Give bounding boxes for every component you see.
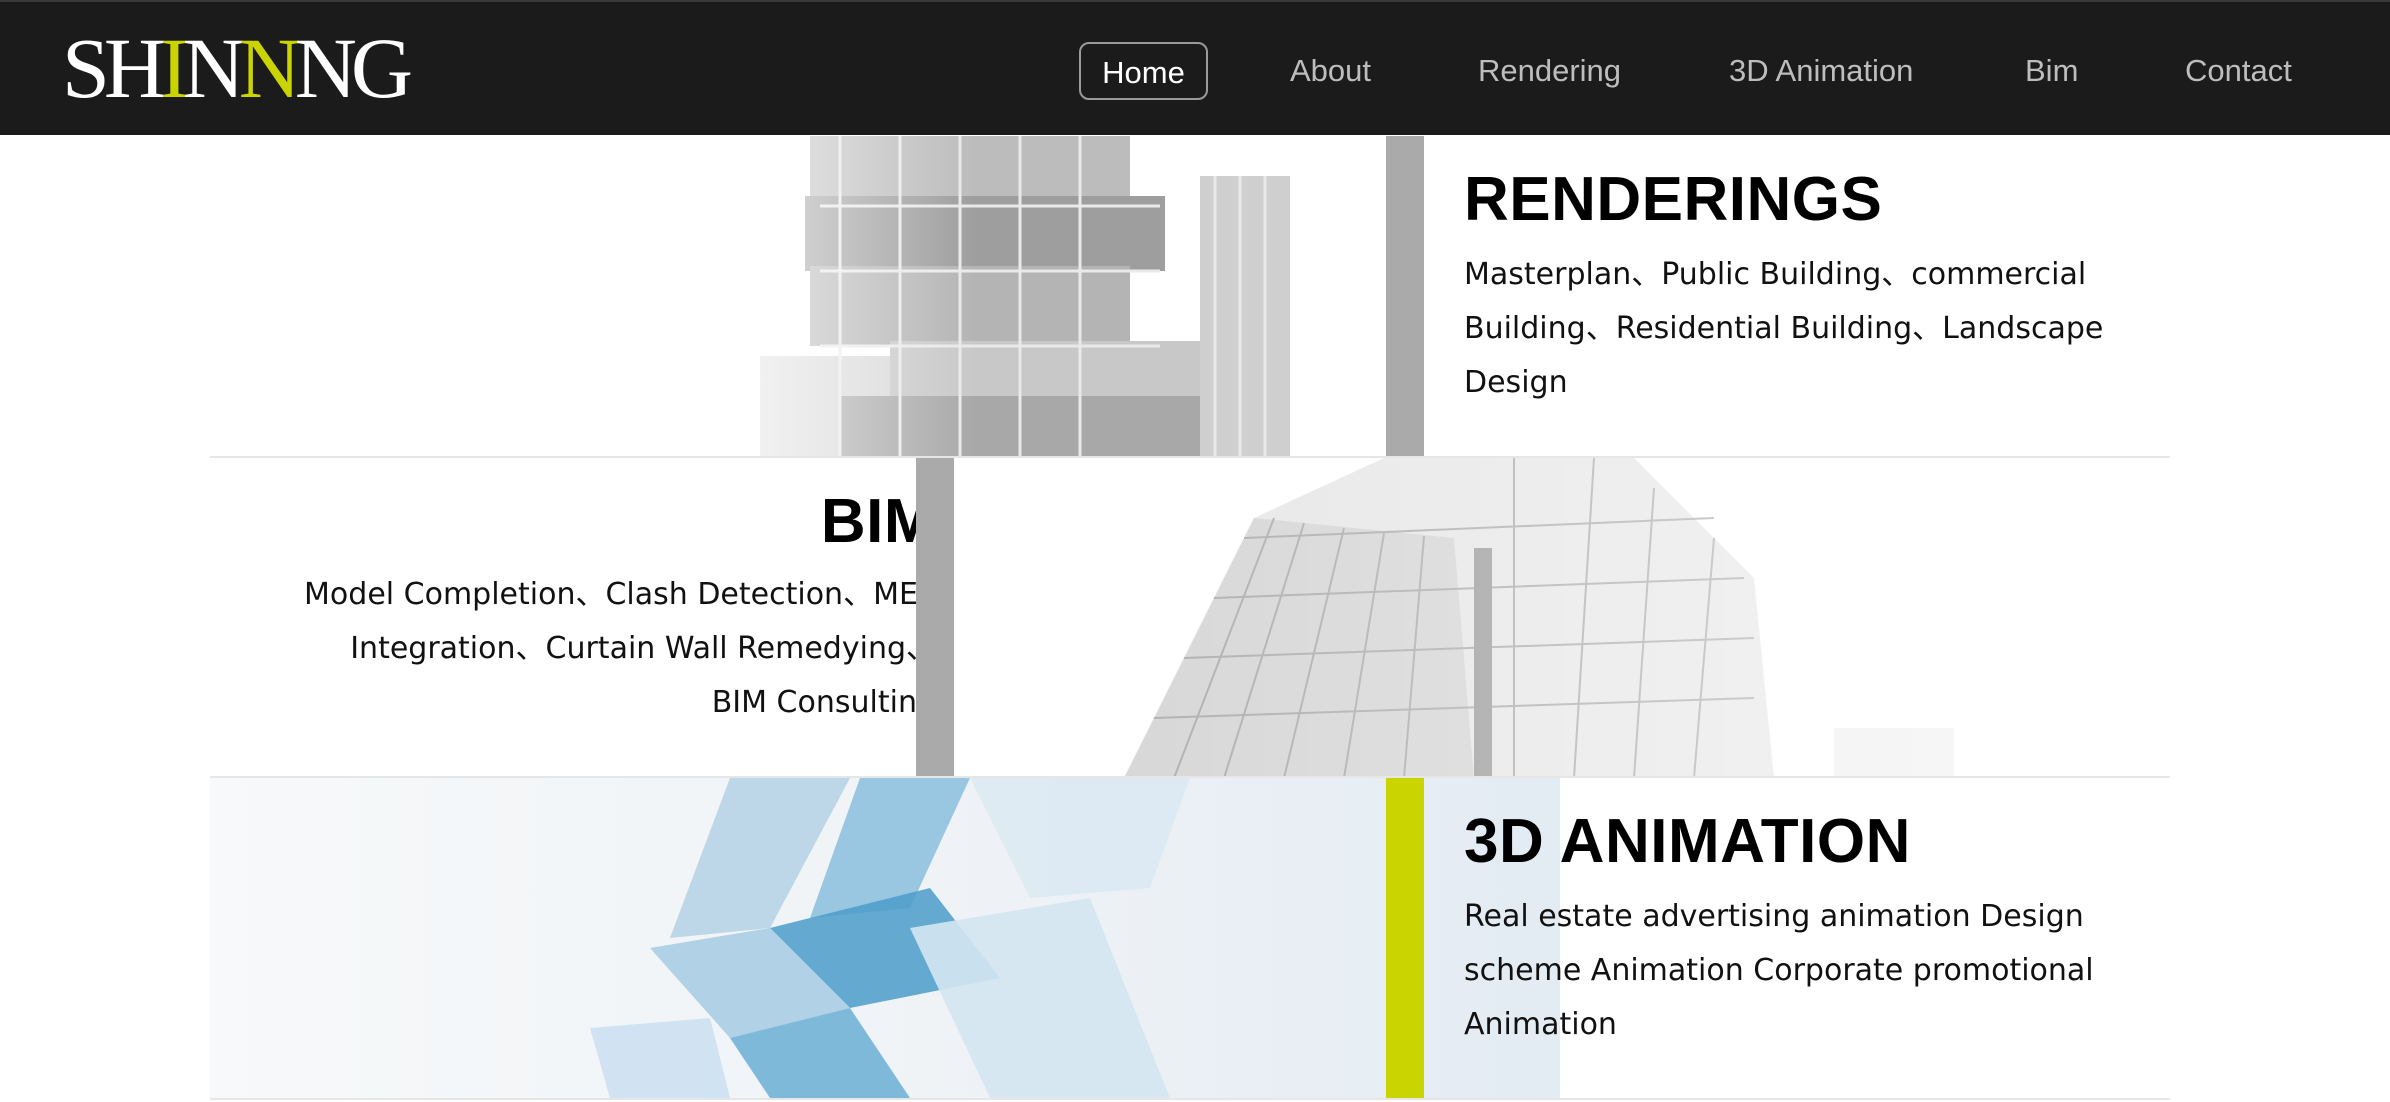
3d-animation-section[interactable]: 3D ANIMATION Real estate advertising ani… <box>210 776 2170 1100</box>
nav-rendering[interactable]: Rendering <box>1478 42 1621 100</box>
renderings-section[interactable]: RENDERINGS Masterplan、Public Building、co… <box>210 136 2170 456</box>
renderings-title: RENDERINGS <box>1464 165 1883 234</box>
3d-animation-description: Real estate advertising animation Design… <box>1464 899 2094 1042</box>
renderings-building-image <box>640 136 1600 456</box>
nav-3d-animation[interactable]: 3D Animation <box>1729 42 1913 100</box>
top-navbar: SHINNNG Home About Rendering 3D Animatio… <box>0 0 2390 135</box>
nav-home[interactable]: Home <box>1079 42 1208 100</box>
renderings-accent-bar <box>1386 136 1424 456</box>
bim-section[interactable]: BIM Model Completion、Clash Detection、MEP… <box>210 456 2170 778</box>
3d-animation-title: 3D ANIMATION <box>1464 807 1911 876</box>
nav-bim[interactable]: Bim <box>2025 42 2078 100</box>
main-nav: Home About Rendering 3D Animation Bim Co… <box>0 42 2390 100</box>
bim-wireframe-building-image <box>954 458 2170 778</box>
nav-about[interactable]: About <box>1290 42 1371 100</box>
bim-description: Model Completion、Clash Detection、MEP Int… <box>304 577 936 720</box>
nav-contact[interactable]: Contact <box>2185 42 2292 100</box>
renderings-description: Masterplan、Public Building、commercial Bu… <box>1464 257 2104 400</box>
3d-animation-accent-bar <box>1386 778 1424 1098</box>
3d-animation-abstract-image <box>210 778 1560 1098</box>
bim-accent-bar <box>916 458 954 778</box>
